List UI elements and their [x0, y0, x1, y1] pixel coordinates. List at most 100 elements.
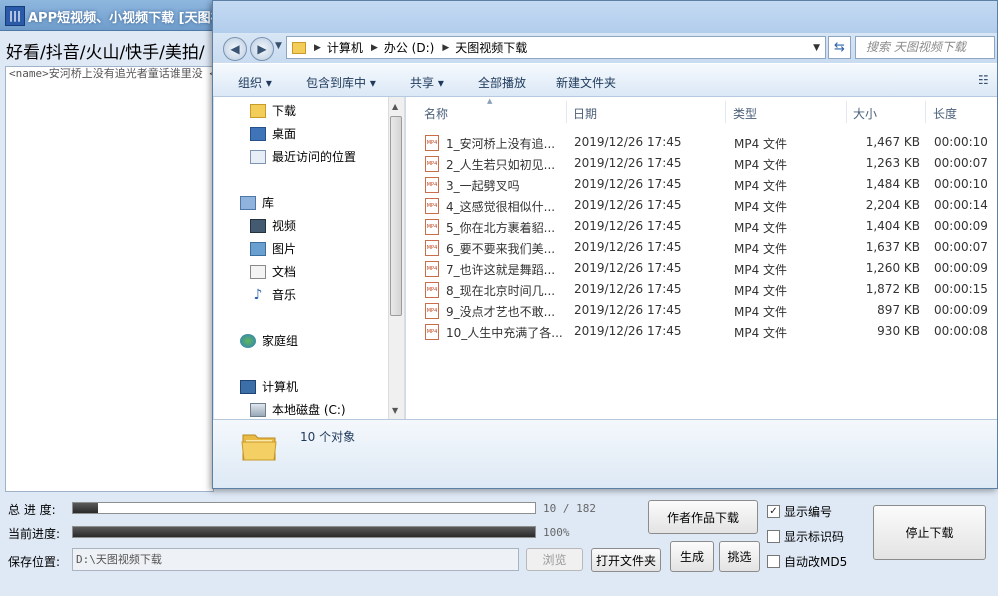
nav-pictures[interactable]: 图片	[250, 240, 296, 257]
drive-icon	[250, 402, 266, 417]
file-type: MP4 文件	[734, 179, 788, 193]
generate-button[interactable]: 生成	[670, 541, 714, 572]
column-header-size[interactable]: 大小	[853, 105, 877, 122]
scroll-down-icon[interactable]: ▼	[392, 406, 398, 415]
file-row[interactable]: MP4 10_人生中充满了各... 2019/12/26 17:45 MP4 文件 93…	[406, 321, 998, 342]
mp4-file-icon: MP4	[425, 324, 439, 340]
file-date: 2019/12/26 17:45	[574, 240, 682, 254]
nav-videos[interactable]: 视频	[250, 217, 296, 234]
breadcrumb-drive-d[interactable]: 办公 (D:)	[384, 39, 434, 56]
checkbox-show-id-code[interactable]	[767, 530, 780, 543]
breadcrumb-chevron-icon: ▶	[442, 42, 450, 53]
show-number-checkbox[interactable]: ✓ 显示编号	[767, 503, 832, 520]
auto-md5-checkbox[interactable]: 自动改MD5	[767, 553, 847, 570]
mp4-file-icon: MP4	[425, 240, 439, 256]
nav-homegroup[interactable]: 家庭组	[240, 332, 298, 349]
videos-icon	[250, 218, 266, 233]
current-progress-fill	[73, 527, 535, 537]
file-length: 00:00:10	[934, 177, 988, 191]
file-name: 8_现在北京时间几...	[446, 284, 556, 298]
file-name: 5_你在北方裹着貂...	[446, 221, 556, 235]
browse-button[interactable]: 浏览	[526, 548, 583, 571]
nav-libraries[interactable]: 库	[240, 194, 274, 211]
stop-download-button[interactable]: 停止下载	[873, 505, 986, 560]
file-size: 2,204 KB	[865, 198, 920, 212]
file-row[interactable]: MP4 4_这感觉很相似什... 2019/12/26 17:45 MP4 文件 2,2…	[406, 195, 998, 216]
file-type: MP4 文件	[734, 200, 788, 214]
file-row[interactable]: MP4 3_一起劈叉吗 2019/12/26 17:45 MP4 文件 1,484 KB…	[406, 174, 998, 195]
save-path-field[interactable]: D:\天图视频下载	[72, 548, 519, 571]
file-length: 00:00:10	[934, 135, 988, 149]
nav-local-disk-c[interactable]: 本地磁盘 (C:)	[250, 401, 346, 418]
file-size: 1,637 KB	[865, 240, 920, 254]
homegroup-icon	[240, 333, 256, 348]
file-size: 1,260 KB	[865, 261, 920, 275]
nav-documents-label: 文档	[272, 265, 297, 279]
checkbox-show-number[interactable]: ✓	[767, 505, 780, 518]
breadcrumb-computer[interactable]: 计算机	[327, 39, 363, 56]
author-works-download-button[interactable]: 作者作品下载	[648, 500, 758, 534]
share-menu[interactable]: 共享 ▾	[410, 74, 444, 91]
file-length: 00:00:09	[934, 303, 988, 317]
refresh-icon[interactable]: ⇆	[828, 36, 851, 59]
explorer-title-bar[interactable]	[213, 1, 997, 33]
nav-music[interactable]: ♪ 音乐	[250, 286, 296, 303]
address-dropdown-icon[interactable]: ▼	[813, 43, 820, 53]
file-row[interactable]: MP4 7_也许这就是舞蹈... 2019/12/26 17:45 MP4 文件 1,2…	[406, 258, 998, 279]
file-size: 1,263 KB	[865, 156, 920, 170]
forward-icon[interactable]: ▶	[250, 37, 274, 61]
file-name: 9_没点才艺也不敢...	[446, 305, 556, 319]
include-in-library-menu[interactable]: 包含到库中 ▾	[306, 74, 376, 91]
sort-ascending-icon: ▲	[487, 97, 493, 105]
file-row[interactable]: MP4 9_没点才艺也不敢... 2019/12/26 17:45 MP4 文件 897…	[406, 300, 998, 321]
history-dropdown-icon[interactable]: ▼	[275, 41, 282, 51]
nav-computer[interactable]: 计算机	[240, 378, 298, 395]
nav-downloads[interactable]: 下载	[250, 102, 296, 119]
mp4-file-icon: MP4	[425, 198, 439, 214]
file-length: 00:00:07	[934, 240, 988, 254]
file-date: 2019/12/26 17:45	[574, 282, 682, 296]
current-progress-bar	[72, 526, 536, 538]
scroll-up-icon[interactable]: ▲	[392, 102, 398, 111]
current-progress-percent: 100%	[543, 526, 570, 539]
breadcrumb-current-folder[interactable]: 天图视频下载	[455, 39, 527, 56]
column-header-length[interactable]: 长度	[933, 105, 957, 122]
play-all-button[interactable]: 全部播放	[478, 74, 526, 91]
nav-documents[interactable]: 文档	[250, 263, 296, 280]
nav-desktop[interactable]: 桌面	[250, 125, 296, 142]
file-date: 2019/12/26 17:45	[574, 261, 682, 275]
organize-menu[interactable]: 组织 ▾	[238, 74, 272, 91]
checkbox-auto-md5[interactable]	[767, 555, 780, 568]
address-bar[interactable]: ▶ 计算机 ▶ 办公 (D:) ▶ 天图视频下载 ▼	[286, 36, 826, 59]
file-length: 00:00:14	[934, 198, 988, 212]
filter-button[interactable]: 挑选	[719, 541, 760, 572]
file-date: 2019/12/26 17:45	[574, 198, 682, 212]
file-row[interactable]: MP4 8_现在北京时间几... 2019/12/26 17:45 MP4 文件 1,8…	[406, 279, 998, 300]
file-name: 7_也许这就是舞蹈...	[446, 263, 556, 277]
file-size: 1,467 KB	[865, 135, 920, 149]
file-size: 930 KB	[877, 324, 920, 338]
nav-scrollbar-thumb[interactable]	[390, 116, 402, 316]
file-row[interactable]: MP4 1_安河桥上没有追... 2019/12/26 17:45 MP4 文件 1,4…	[406, 132, 998, 153]
column-header-name[interactable]: 名称	[424, 105, 448, 122]
show-id-code-checkbox[interactable]: 显示标识码	[767, 528, 844, 545]
nav-desktop-label: 桌面	[272, 127, 297, 141]
view-options-icon[interactable]: ☷	[978, 73, 989, 87]
file-row[interactable]: MP4 2_人生若只如初见... 2019/12/26 17:45 MP4 文件 1,2…	[406, 153, 998, 174]
file-type: MP4 文件	[734, 242, 788, 256]
folder-large-icon	[241, 434, 277, 461]
open-folder-button[interactable]: 打开文件夹	[591, 548, 661, 572]
column-header-type[interactable]: 类型	[733, 105, 757, 122]
file-row[interactable]: MP4 5_你在北方裹着貂... 2019/12/26 17:45 MP4 文件 1,4…	[406, 216, 998, 237]
back-icon[interactable]: ◀	[223, 37, 247, 61]
nav-recent-places[interactable]: 最近访问的位置	[250, 148, 356, 165]
file-row[interactable]: MP4 6_要不要来我们美... 2019/12/26 17:45 MP4 文件 1,6…	[406, 237, 998, 258]
show-number-label: 显示编号	[784, 505, 833, 519]
column-header-date[interactable]: 日期	[573, 105, 597, 122]
new-folder-button[interactable]: 新建文件夹	[556, 74, 616, 91]
column-divider	[846, 101, 847, 123]
url-log-textarea[interactable]: <name>安河桥上没有追光者童话谁里没 <name>人生若只如初见你想停留在什…	[5, 66, 214, 492]
search-input[interactable]: 搜索 天图视频下载	[855, 36, 995, 59]
platform-list-label: 好看/抖音/火山/快手/美拍/	[6, 43, 205, 63]
desktop-icon	[250, 126, 266, 141]
